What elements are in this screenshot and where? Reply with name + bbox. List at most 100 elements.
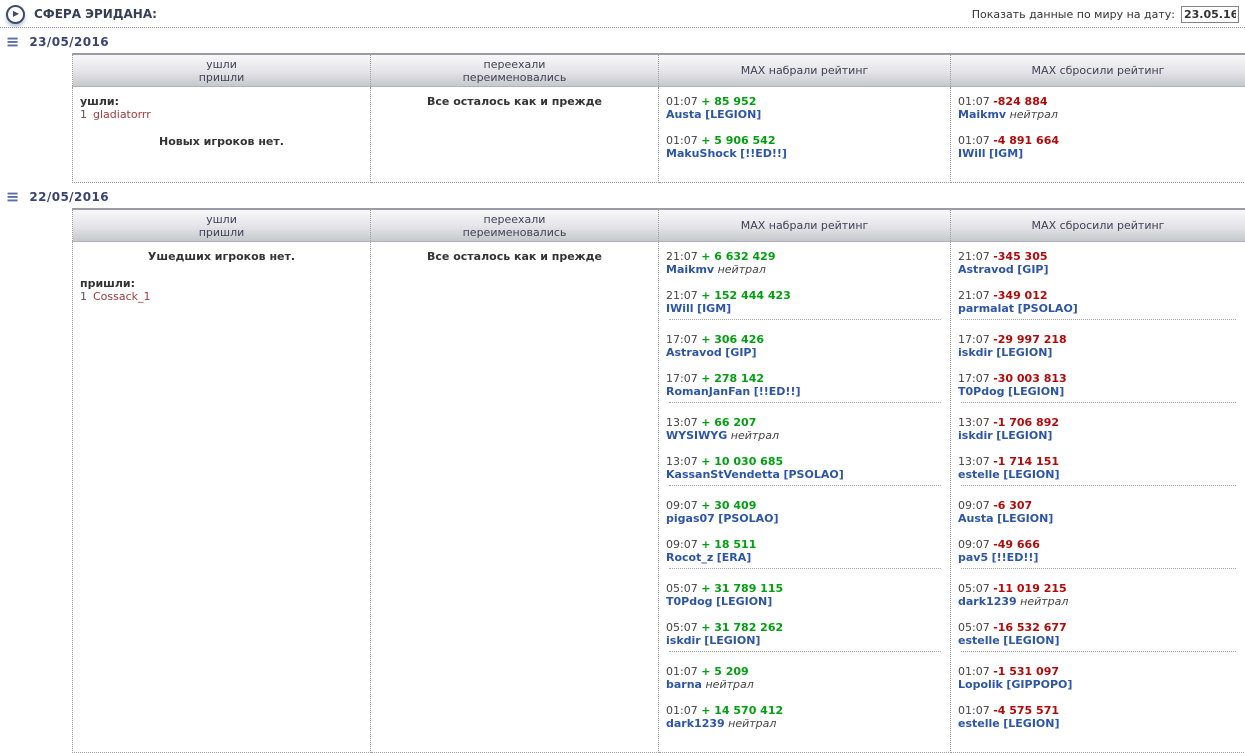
entry-player-link[interactable]: Austa bbox=[666, 108, 702, 121]
entry-value: -49 666 bbox=[993, 538, 1040, 551]
section-head-22-05-2016: ≡ 22/05/2016 bbox=[6, 190, 1245, 204]
entry-player-link[interactable]: WYSIWYG bbox=[666, 429, 727, 442]
entry-player-link[interactable]: T0Pdog bbox=[958, 385, 1005, 398]
entry-player-link[interactable]: T0Pdog bbox=[666, 595, 713, 608]
renames-note: Все осталось как и прежде bbox=[378, 95, 651, 108]
max-lost-cell: 01:07 -824 884 Maikmv нейтрал 01:07 -4 8… bbox=[951, 87, 1245, 183]
entry-time: 13:07 bbox=[958, 455, 990, 468]
col-header-renames: переехалипереименовались bbox=[371, 54, 659, 87]
rating-entry: 09:07 + 18 511 Rocot_z [ERA] bbox=[666, 538, 943, 564]
entry-player-link[interactable]: Astravod bbox=[958, 263, 1014, 276]
entry-player-link[interactable]: IWill bbox=[958, 147, 986, 160]
entry-player-link[interactable]: dark1239 bbox=[958, 595, 1017, 608]
entry-time: 05:07 bbox=[666, 621, 698, 634]
rating-entry: 05:07 + 31 782 262 iskdir [LEGION] bbox=[666, 621, 943, 647]
entry-value: -349 012 bbox=[993, 289, 1047, 302]
rating-entry: 17:07 -30 003 813 T0Pdog [LEGION] bbox=[958, 372, 1238, 398]
entry-time: 01:07 bbox=[666, 134, 698, 147]
entry-player-link[interactable]: Rocot_z bbox=[666, 551, 713, 564]
moved-players: 1gladiatorrr bbox=[80, 108, 363, 121]
moved-player-link[interactable]: gladiatorrr bbox=[93, 108, 151, 121]
entry-line-player: Rocot_z [ERA] bbox=[666, 551, 943, 564]
entry-player-link[interactable]: barna bbox=[666, 678, 702, 691]
entry-value: + 5 906 542 bbox=[701, 134, 775, 147]
moved-players: 1 Cossack_1 bbox=[80, 290, 363, 303]
entry-affiliation: [GIP] bbox=[1017, 263, 1048, 276]
moved-player-row: 1 Cossack_1 bbox=[80, 290, 363, 303]
entry-player-link[interactable]: estelle bbox=[958, 468, 1000, 481]
entry-player-link[interactable]: iskdir bbox=[958, 429, 993, 442]
entry-value: + 30 409 bbox=[701, 499, 756, 512]
entry-player-link[interactable]: MakuShock bbox=[666, 147, 737, 160]
col-header-max-lost: MAX сбросили рейтинг bbox=[951, 209, 1245, 242]
entry-time: 09:07 bbox=[666, 538, 698, 551]
rating-entry: 01:07 -4 575 571 estelle [LEGION] bbox=[958, 704, 1238, 730]
entry-line-value: 13:07 -1 714 151 bbox=[958, 455, 1238, 468]
col-header-moves: ушлипришли bbox=[73, 54, 371, 87]
entry-line-player: WYSIWYG нейтрал bbox=[666, 429, 943, 442]
page-title: СФЕРА ЭРИДАНА: bbox=[34, 7, 157, 21]
entry-value: + 14 570 412 bbox=[701, 704, 783, 717]
entry-player-link[interactable]: IWill bbox=[666, 302, 694, 315]
moved-player-row: 1gladiatorrr bbox=[80, 108, 363, 121]
entry-time: 13:07 bbox=[666, 455, 698, 468]
max-gained-cell: 01:07 + 85 952 Austa [LEGION] 01:07 + 5 … bbox=[659, 87, 951, 183]
entry-line-value: 01:07 -4 891 664 bbox=[958, 134, 1238, 147]
entry-affiliation: [LEGION] bbox=[705, 108, 761, 121]
entry-player-link[interactable]: Maikmv bbox=[958, 108, 1006, 121]
entry-player-link[interactable]: dark1239 bbox=[666, 717, 725, 730]
entry-value: -6 307 bbox=[993, 499, 1032, 512]
entry-player-link[interactable]: Astravod bbox=[666, 346, 722, 359]
movements-note: Ушедших игроков нет. bbox=[80, 250, 363, 263]
play-circle-icon[interactable]: ▶ bbox=[6, 5, 25, 24]
entry-player-link[interactable]: pigas07 bbox=[666, 512, 715, 525]
entry-line-value: 09:07 -49 666 bbox=[958, 538, 1238, 551]
entry-affiliation: [LEGION] bbox=[997, 512, 1053, 525]
entry-player-link[interactable]: Lopolik bbox=[958, 678, 1003, 691]
entry-line-player: dark1239 нейтрал bbox=[666, 717, 943, 730]
entry-affiliation: [LEGION] bbox=[996, 346, 1052, 359]
menu-icon[interactable]: ≡ bbox=[6, 36, 19, 48]
rating-entry: 21:07 + 152 444 423 IWill [IGM] bbox=[666, 289, 943, 315]
entry-line-value: 05:07 + 31 789 115 bbox=[666, 582, 943, 595]
entry-value: -345 305 bbox=[993, 250, 1047, 263]
player-number: 1 bbox=[80, 290, 87, 303]
entry-line-player: Austa [LEGION] bbox=[666, 108, 943, 121]
rating-entry: 17:07 + 278 142 RomanJanFan [!!ED!!] bbox=[666, 372, 943, 398]
entry-player-link[interactable]: parmalat bbox=[958, 302, 1014, 315]
entry-time: 09:07 bbox=[666, 499, 698, 512]
entry-player-link[interactable]: RomanJanFan bbox=[666, 385, 750, 398]
entry-player-link[interactable]: pav5 bbox=[958, 551, 988, 564]
table-body-row: Ушедших игроков нет. пришли: 1Cossack_1 … bbox=[73, 242, 1245, 753]
entry-affiliation: [IGM] bbox=[989, 147, 1023, 160]
entry-player-link[interactable]: Austa bbox=[958, 512, 994, 525]
date-filter-input[interactable] bbox=[1181, 6, 1239, 23]
entry-player-link[interactable]: estelle bbox=[958, 634, 1000, 647]
entry-line-player: IWill [IGM] bbox=[666, 302, 943, 315]
entry-affiliation: [PSOLAO] bbox=[1018, 302, 1078, 315]
entry-player-link[interactable]: iskdir bbox=[666, 634, 701, 647]
move-list-label: пришли: bbox=[80, 277, 363, 290]
rating-entry: 05:07 -11 019 215 dark1239 нейтрал bbox=[958, 582, 1238, 608]
entry-time: 21:07 bbox=[958, 289, 990, 302]
entry-value: + 6 632 429 bbox=[701, 250, 775, 263]
entry-line-player: Astravod [GIP] bbox=[666, 346, 943, 359]
entry-time: 17:07 bbox=[666, 372, 698, 385]
entry-line-value: 21:07 + 6 632 429 bbox=[666, 250, 943, 263]
rating-entry: 01:07 + 5 209 barna нейтрал bbox=[666, 665, 943, 691]
entry-line-value: 01:07 -4 575 571 bbox=[958, 704, 1238, 717]
entry-player-link[interactable]: iskdir bbox=[958, 346, 993, 359]
entry-player-link[interactable]: KassanStVendetta bbox=[666, 468, 780, 481]
entry-affiliation: [LEGION] bbox=[996, 429, 1052, 442]
entry-time: 01:07 bbox=[666, 665, 698, 678]
rating-entry: 17:07 -29 997 218 iskdir [LEGION] bbox=[958, 333, 1238, 359]
entry-player-link[interactable]: Maikmv bbox=[666, 263, 714, 276]
entry-time: 13:07 bbox=[958, 416, 990, 429]
entry-affiliation: [GIP] bbox=[725, 346, 756, 359]
entry-player-link[interactable]: estelle bbox=[958, 717, 1000, 730]
moved-player-link[interactable]: Cossack_1 bbox=[93, 290, 151, 303]
player-move-list: ушли: 1gladiatorrr bbox=[80, 95, 363, 121]
menu-icon[interactable]: ≡ bbox=[6, 191, 19, 203]
entry-time: 21:07 bbox=[666, 250, 698, 263]
rating-entry: 21:07 -345 305 Astravod [GIP] bbox=[958, 250, 1238, 276]
